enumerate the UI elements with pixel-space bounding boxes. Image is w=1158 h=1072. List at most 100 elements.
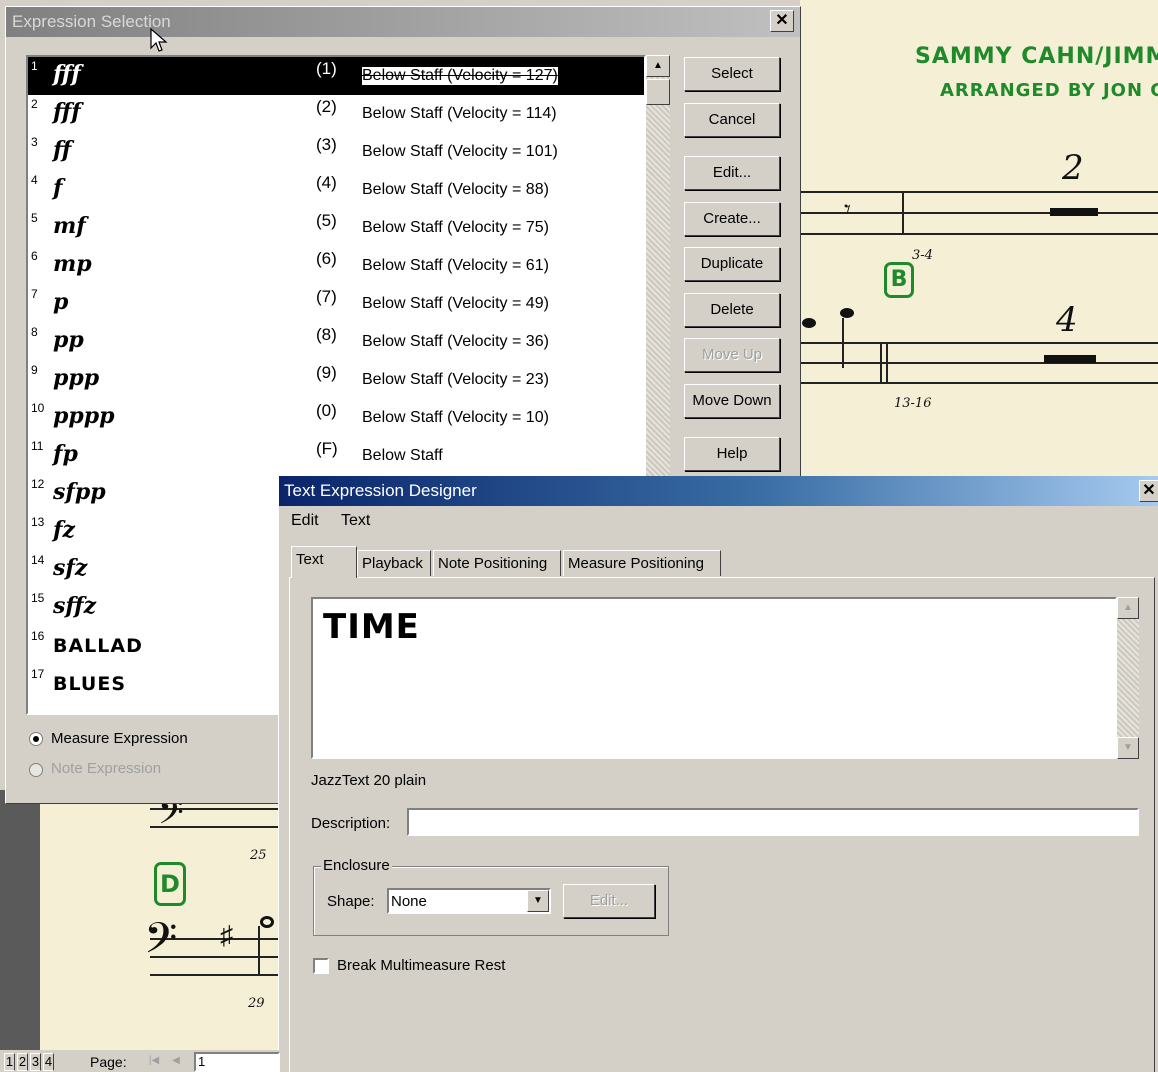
expression-glyph: BLUES: [53, 673, 127, 695]
measure-range-3-4: 3-4: [912, 248, 933, 263]
title-bar[interactable]: Expression Selection ✕: [6, 7, 800, 37]
staff-line: [800, 382, 1158, 384]
staff-line: [800, 342, 1158, 344]
row-index: 3: [31, 135, 38, 149]
multirest-bar: [1044, 355, 1096, 363]
move-down-button[interactable]: Move Down: [684, 384, 780, 418]
scroll-up-icon[interactable]: ▲: [646, 55, 670, 77]
editor-scrollbar[interactable]: ▲ ▼: [1117, 597, 1139, 759]
mouse-cursor-icon: [150, 28, 168, 52]
expression-description: Below Staff: [362, 447, 443, 464]
menu-edit[interactable]: Edit: [291, 512, 319, 530]
list-item[interactable]: 3 ff (3) Below Staff (Velocity = 101): [28, 133, 644, 171]
tab-playback[interactable]: Playback: [357, 550, 431, 576]
create-button[interactable]: Create...: [684, 202, 780, 236]
row-index: 2: [31, 97, 38, 111]
composer-credit: SAMMY CAHN/JIMMY VA: [915, 44, 1158, 69]
measure-expression-radio[interactable]: [29, 732, 43, 746]
select-button[interactable]: Select: [684, 57, 780, 91]
list-item[interactable]: 9 ppp (9) Below Staff (Velocity = 23): [28, 361, 644, 399]
list-item[interactable]: 8 pp (8) Below Staff (Velocity = 36): [28, 323, 644, 361]
edit-button[interactable]: Edit...: [684, 156, 780, 190]
list-item[interactable]: 1 fff (1) Below Staff (Velocity = 127): [28, 57, 644, 95]
description-input[interactable]: [407, 808, 1139, 836]
title-bar[interactable]: Text Expression Designer ✕: [279, 476, 1158, 506]
row-index: 10: [31, 401, 45, 415]
row-index: 6: [31, 249, 38, 263]
expression-glyph: mf: [53, 213, 86, 239]
arranger-credit: ARRANGED BY JON C.: [940, 80, 1158, 101]
delete-button[interactable]: Delete: [684, 293, 780, 327]
multirest-bar: [1050, 208, 1098, 216]
duplicate-button[interactable]: Duplicate: [684, 247, 780, 281]
page-tab-4[interactable]: 4: [43, 1053, 54, 1071]
measure-expression-label[interactable]: Measure Expression: [51, 730, 188, 747]
list-scrollbar[interactable]: ▲: [646, 55, 670, 495]
expression-description: Below Staff (Velocity = 61): [362, 257, 549, 274]
enclosure-edit-button[interactable]: Edit...: [563, 884, 655, 918]
move-up-button[interactable]: Move Up: [684, 338, 780, 372]
break-multimeasure-rest-label[interactable]: Break Multimeasure Rest: [337, 957, 505, 974]
row-index: 13: [31, 515, 45, 529]
scroll-thumb[interactable]: [646, 79, 670, 105]
scroll-down-icon[interactable]: ▼: [1117, 737, 1139, 759]
list-item[interactable]: 11 fp (F) Below Staff: [28, 437, 644, 475]
shortcut-key: (F): [316, 439, 338, 458]
page-tab-3[interactable]: 3: [30, 1053, 41, 1071]
measure-29: 29: [248, 996, 265, 1011]
expression-description: Below Staff (Velocity = 75): [362, 219, 549, 236]
note-expression-label[interactable]: Note Expression: [51, 760, 161, 777]
expression-glyph: mp: [53, 251, 92, 277]
notehead: [840, 308, 854, 318]
shortcut-key: (6): [316, 249, 337, 268]
row-index: 12: [31, 477, 45, 491]
list-item[interactable]: 10 pppp (0) Below Staff (Velocity = 10): [28, 399, 644, 437]
help-button[interactable]: Help: [684, 437, 780, 471]
cancel-button[interactable]: Cancel: [684, 103, 780, 137]
barline: [880, 342, 882, 384]
list-item[interactable]: 5 mf (5) Below Staff (Velocity = 75): [28, 209, 644, 247]
rest-icon: 𝄾: [844, 194, 851, 224]
close-button[interactable]: ✕: [770, 10, 794, 32]
row-index: 15: [31, 591, 45, 605]
expression-description: Below Staff (Velocity = 101): [362, 143, 558, 160]
text-expression-designer: Text Expression Designer ✕ Edit Text Tex…: [278, 476, 1158, 1072]
expression-glyph: ff: [53, 137, 72, 163]
expression-glyph: fp: [53, 441, 78, 467]
first-page-icon[interactable]: |◀: [146, 1053, 162, 1071]
dialog-title: Text Expression Designer: [284, 481, 477, 500]
note-stem: [258, 926, 260, 976]
row-index: 7: [31, 287, 38, 301]
list-item[interactable]: 4 f (4) Below Staff (Velocity = 88): [28, 171, 644, 209]
row-index: 14: [31, 553, 45, 567]
scroll-up-icon[interactable]: ▲: [1117, 597, 1139, 619]
close-button[interactable]: ✕: [1139, 480, 1158, 502]
note-expression-radio[interactable]: [29, 763, 43, 777]
shape-select[interactable]: None ▼: [387, 888, 551, 914]
page-tab-1[interactable]: 1: [4, 1053, 15, 1071]
tab-text[interactable]: Text: [291, 546, 357, 578]
row-index: 4: [31, 173, 38, 187]
page-tab-2[interactable]: 2: [17, 1053, 28, 1071]
measure-25: 25: [250, 848, 267, 863]
page-input[interactable]: 1: [194, 1052, 280, 1072]
tab-note-positioning[interactable]: Note Positioning: [433, 550, 561, 576]
list-item[interactable]: 7 p (7) Below Staff (Velocity = 49): [28, 285, 644, 323]
shortcut-key: (4): [316, 173, 337, 192]
measure-range-13-16: 13-16: [894, 396, 932, 411]
menu-text[interactable]: Text: [341, 512, 370, 530]
break-multimeasure-rest-checkbox[interactable]: [313, 958, 329, 974]
row-index: 5: [31, 211, 38, 225]
row-index: 1: [31, 59, 38, 73]
shortcut-key: (3): [316, 135, 337, 154]
enclosure-label: Enclosure: [321, 857, 392, 874]
chevron-down-icon[interactable]: ▼: [527, 890, 549, 912]
list-item[interactable]: 6 mp (6) Below Staff (Velocity = 61): [28, 247, 644, 285]
shortcut-key: (1): [316, 59, 337, 78]
staff-line: [800, 191, 1158, 193]
tab-measure-positioning[interactable]: Measure Positioning: [563, 550, 721, 576]
expression-glyph: f: [53, 175, 63, 201]
expression-text-editor[interactable]: TIME: [311, 597, 1117, 759]
list-item[interactable]: 2 fff (2) Below Staff (Velocity = 114): [28, 95, 644, 133]
prev-page-icon[interactable]: ◀: [168, 1053, 184, 1071]
